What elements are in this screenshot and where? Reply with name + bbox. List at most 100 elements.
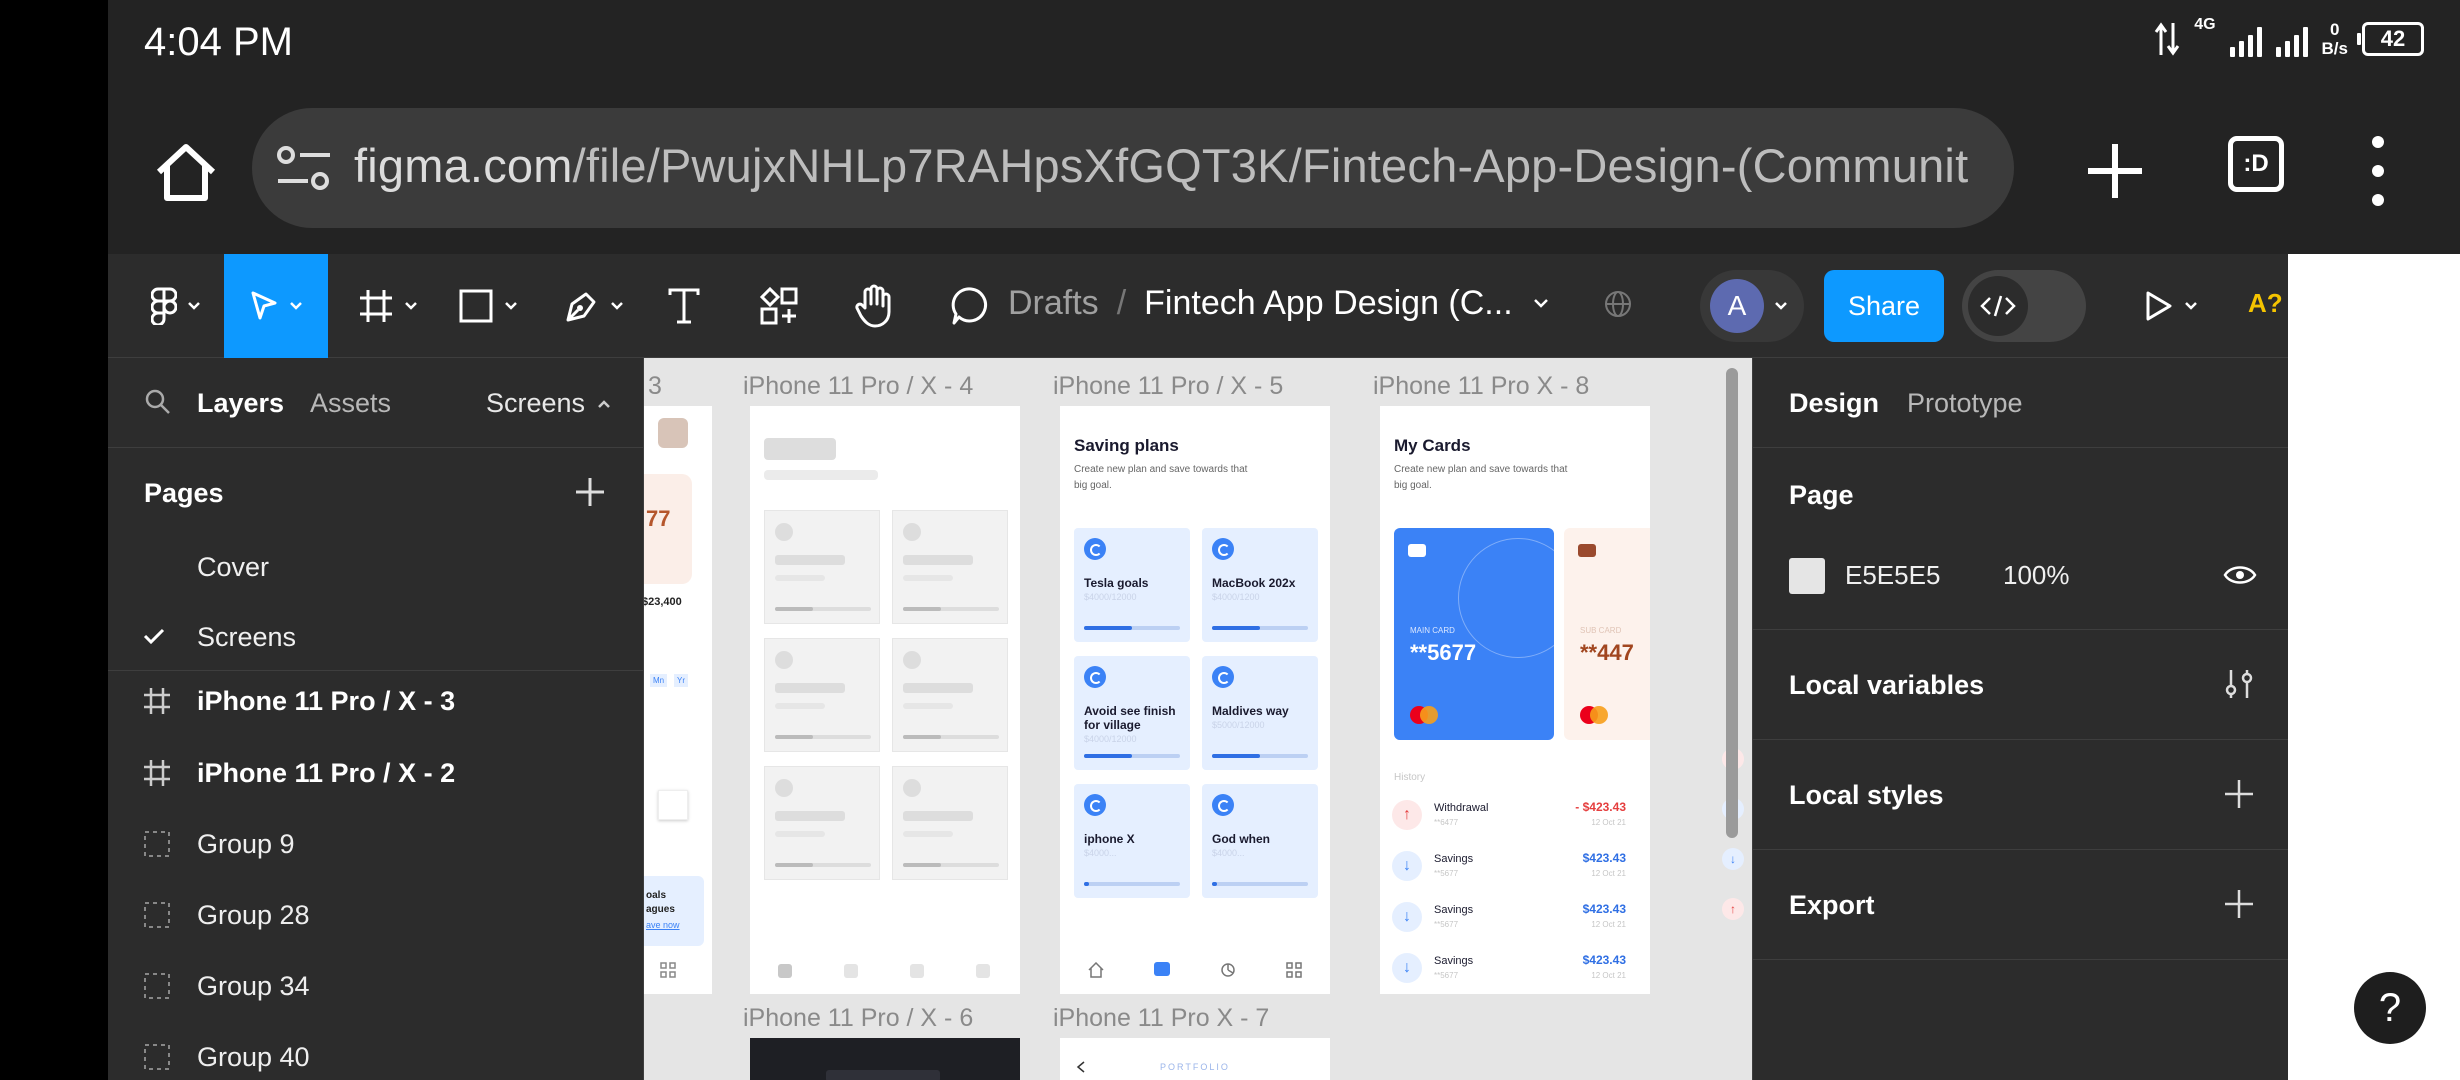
page-item-screens[interactable]: Screens <box>197 622 296 653</box>
help-button[interactable]: ? <box>2354 972 2426 1044</box>
present-button[interactable] <box>2126 254 2216 358</box>
saving-plan-card[interactable]: Maldives way $5000/12000 <box>1202 656 1318 770</box>
tab-prototype[interactable]: Prototype <box>1907 388 2023 419</box>
chip: Mn <box>650 674 668 687</box>
layer-row[interactable]: Group 9 <box>108 809 644 879</box>
ai-button[interactable]: A? <box>2248 288 2283 319</box>
share-button[interactable]: Share <box>1824 270 1944 342</box>
multiplayer-avatars[interactable]: A <box>1700 270 1804 342</box>
main-card[interactable]: MAIN CARD **5677 <box>1394 528 1554 740</box>
chevron-down-icon[interactable] <box>1533 298 1549 310</box>
transaction-title: Savings <box>1434 853 1474 865</box>
hand-tool-button[interactable] <box>840 254 910 358</box>
frame-icon <box>144 688 170 714</box>
frame-label[interactable]: iPhone 11 Pro / X - 5 <box>1053 372 1283 401</box>
layer-row[interactable]: Group 34 <box>108 951 644 1021</box>
layer-row[interactable]: iPhone 11 Pro / X - 2 <box>108 738 644 808</box>
frame-label[interactable]: iPhone 11 Pro X - 8 <box>1373 372 1589 401</box>
grid-icon <box>1286 962 1302 978</box>
frame-x4[interactable] <box>750 406 1020 994</box>
tab-design[interactable]: Design <box>1789 388 1879 419</box>
move-tool-button[interactable] <box>224 254 328 358</box>
layer-row[interactable]: iPhone 11 Pro / X - 3 <box>108 666 644 736</box>
tab-switcher-button[interactable]: :D <box>2228 136 2284 192</box>
resources-tool-button[interactable] <box>744 254 814 358</box>
site-settings-icon[interactable] <box>274 142 334 194</box>
saving-plans-title: Saving plans <box>1074 436 1179 455</box>
new-tab-button[interactable] <box>2082 138 2148 204</box>
frame-x8[interactable]: My Cards Create new plan and save toward… <box>1380 406 1650 994</box>
add-page-icon[interactable] <box>572 474 608 510</box>
frame-tool-button[interactable] <box>348 254 428 358</box>
saving-plan-card[interactable]: MacBook 202x $4000/1200 <box>1202 528 1318 642</box>
local-variables-section[interactable]: Local variables <box>1753 630 2289 740</box>
main-menu-button[interactable] <box>128 254 224 358</box>
tab-switcher-label: :D <box>2243 150 2269 177</box>
url-host: figma.com <box>354 139 573 192</box>
frame-x7[interactable]: PORTFOLIO <box>1060 1038 1330 1080</box>
wallet-icon <box>1578 544 1596 557</box>
dev-mode-toggle[interactable] <box>1962 270 2086 342</box>
avatar[interactable]: A <box>1710 279 1764 333</box>
text-tool-button[interactable] <box>654 254 714 358</box>
frame-label[interactable]: 3 <box>648 372 662 401</box>
frame-label[interactable]: iPhone 11 Pro / X - 4 <box>743 372 973 401</box>
url-text[interactable]: figma.com/file/PwujxNHLp7RAHpsXfGQT3K/Fi… <box>354 138 1994 193</box>
frame-label[interactable]: iPhone 11 Pro / X - 6 <box>743 1004 973 1033</box>
layer-label: Group 9 <box>197 828 295 859</box>
grid-icon <box>660 962 676 978</box>
file-name[interactable]: Fintech App Design (C... <box>1144 284 1513 323</box>
frame-label[interactable]: iPhone 11 Pro X - 7 <box>1053 1004 1269 1033</box>
transaction-row[interactable]: ↑ Withdrawal **6477 - $423.43 12 Oct 21 <box>1392 796 1642 836</box>
globe-icon[interactable] <box>1603 289 1633 319</box>
saving-plan-card[interactable]: God when $4000... <box>1202 784 1318 898</box>
tab-layers[interactable]: Layers <box>197 388 284 419</box>
local-styles-section[interactable]: Local styles <box>1753 740 2289 850</box>
group-icon <box>144 902 170 928</box>
shape-tool-button[interactable] <box>448 254 528 358</box>
tab-assets[interactable]: Assets <box>310 388 391 419</box>
design-canvas[interactable]: 3 iPhone 11 Pro / X - 4 iPhone 11 Pro / … <box>644 358 1752 1080</box>
chevron-down-icon <box>611 302 623 310</box>
comment-tool-button[interactable] <box>936 254 1006 358</box>
frame-x6[interactable] <box>750 1038 1020 1080</box>
arrow-up-icon: ↑ <box>1722 898 1744 920</box>
local-styles-heading: Local styles <box>1789 780 1944 810</box>
home-button[interactable] <box>152 138 220 206</box>
chart-icon <box>1221 963 1235 977</box>
card-label: SUB CARD <box>1580 626 1622 635</box>
wallet-icon <box>1154 962 1170 976</box>
variables-icon[interactable] <box>2221 666 2257 702</box>
chevron-down-icon <box>188 302 200 310</box>
pen-tool-button[interactable] <box>554 254 634 358</box>
skeleton-card <box>892 638 1008 752</box>
saving-plan-card[interactable]: Avoid see finish for village $4000/12000 <box>1074 656 1190 770</box>
saving-plan-card[interactable]: Tesla goals $4000/12000 <box>1074 528 1190 642</box>
sub-card[interactable]: SUB CARD **447 <box>1564 528 1650 740</box>
transaction-row[interactable]: ↓ Savings **5677 $423.43 12 Oct 21 <box>1392 847 1642 887</box>
page-color-hex[interactable]: E5E5E5 <box>1845 560 1940 591</box>
frame-x3[interactable]: 77 $23,400 Mn Yr oals agues ave now <box>644 406 712 994</box>
search-icon[interactable] <box>144 388 172 416</box>
browser-menu-button[interactable] <box>2368 136 2388 206</box>
canvas-scrollbar[interactable] <box>1726 368 1738 838</box>
add-export-icon[interactable] <box>2221 886 2257 922</box>
breadcrumb-drafts[interactable]: Drafts <box>1008 284 1099 323</box>
wallet-icon <box>1408 544 1426 557</box>
saving-plan-card[interactable]: iphone X $4000... <box>1074 784 1190 898</box>
transaction-row[interactable]: ↓ Savings **5677 $423.43 12 Oct 21 <box>1392 898 1642 938</box>
frame-x5[interactable]: Saving plans Create new plan and save to… <box>1060 406 1330 994</box>
transaction-row[interactable]: ↓ Savings **5677 $423.43 12 Oct 21 <box>1392 949 1642 989</box>
page-item-cover[interactable]: Cover <box>197 552 269 583</box>
page-color-opacity[interactable]: 100% <box>2003 560 2070 591</box>
plan-title: iphone X <box>1084 832 1135 846</box>
eye-icon[interactable] <box>2223 562 2257 588</box>
page-heading: Page <box>1789 480 1854 510</box>
page-color-swatch[interactable] <box>1789 558 1825 594</box>
layer-row[interactable]: Group 40 <box>108 1022 644 1080</box>
url-bar[interactable]: figma.com/file/PwujxNHLp7RAHpsXfGQT3K/Fi… <box>252 108 2014 228</box>
layer-row[interactable]: Group 28 <box>108 880 644 950</box>
page-selector[interactable]: Screens <box>486 388 611 419</box>
add-style-icon[interactable] <box>2221 776 2257 812</box>
export-section[interactable]: Export <box>1753 850 2289 960</box>
